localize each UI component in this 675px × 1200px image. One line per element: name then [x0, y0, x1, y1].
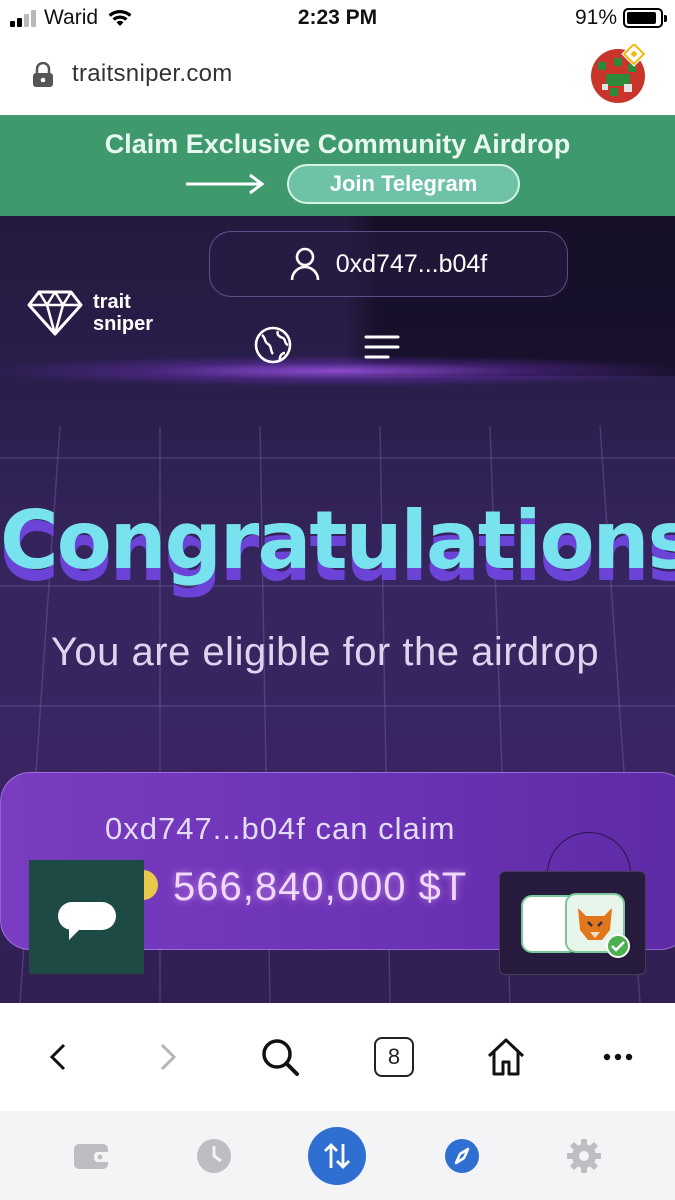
battery-icon — [623, 8, 667, 28]
header-glow — [0, 356, 675, 386]
site-content: 0xd747...b04f trait sniper Congratulatio… — [0, 216, 675, 1003]
nav-wallet[interactable] — [70, 1121, 114, 1191]
app-bottom-nav — [0, 1111, 675, 1200]
status-bar: Warid 2:23 PM 91% — [0, 0, 675, 38]
search-button[interactable] — [252, 1003, 308, 1111]
heading-text: Congratulations — [0, 494, 675, 587]
nav-history[interactable] — [192, 1121, 236, 1191]
home-button[interactable] — [478, 1003, 534, 1111]
status-right: 91% — [574, 6, 667, 30]
diamond-icon — [27, 290, 83, 336]
more-button[interactable] — [590, 1003, 646, 1111]
forward-icon — [160, 1043, 176, 1071]
wallet-address: 0xd747...b04f — [335, 249, 488, 278]
address-bar[interactable]: traitsniper.com — [0, 38, 675, 115]
wallet-popup[interactable] — [499, 871, 646, 975]
claim-amount: 566,840,000 $T — [173, 865, 468, 909]
claim-address-line: 0xd747...b04f can claim — [105, 811, 456, 846]
chat-bubble-icon — [58, 902, 116, 940]
url-text[interactable]: traitsniper.com — [72, 60, 233, 88]
nav-swap[interactable] — [307, 1121, 367, 1191]
browser-toolbar: 8 — [0, 1003, 675, 1111]
metamask-fox-icon — [521, 893, 630, 958]
logo-text-sniper: sniper — [93, 313, 154, 335]
nav-settings[interactable] — [562, 1121, 606, 1191]
account-avatar-icon[interactable] — [588, 44, 648, 104]
swap-icon — [324, 1143, 350, 1169]
chat-widget-button[interactable] — [29, 860, 144, 974]
lock-icon — [33, 62, 53, 87]
user-icon — [290, 247, 320, 281]
status-time: 2:23 PM — [297, 6, 378, 29]
more-icon — [603, 1053, 633, 1061]
globe-icon[interactable] — [254, 326, 292, 364]
eligibility-subtitle: You are eligible for the airdrop — [50, 630, 600, 674]
settings-icon — [567, 1139, 601, 1173]
search-icon — [262, 1039, 299, 1076]
tabs-icon: 8 — [374, 1037, 414, 1077]
history-icon — [197, 1139, 231, 1173]
home-icon — [487, 1038, 525, 1076]
forward-button[interactable] — [140, 1003, 195, 1111]
back-button[interactable] — [30, 1003, 85, 1111]
wallet-icon — [74, 1144, 110, 1169]
traitsniper-logo[interactable]: trait sniper — [27, 290, 153, 336]
arrow-right-icon — [186, 173, 265, 195]
logo-text-trait: trait — [93, 291, 131, 313]
tabs-button[interactable]: 8 — [364, 1003, 424, 1111]
back-icon — [49, 1043, 65, 1071]
banner-title: Claim Exclusive Community Airdrop — [104, 129, 571, 159]
congratulations-heading: Congratulations Congratulations — [0, 494, 675, 604]
browser-icon — [445, 1139, 479, 1173]
join-telegram-button[interactable]: Join Telegram — [287, 164, 520, 204]
menu-icon[interactable] — [364, 334, 400, 360]
nav-browser[interactable] — [440, 1121, 484, 1191]
wallet-address-button[interactable]: 0xd747...b04f — [209, 231, 568, 297]
battery-percent: 91% — [574, 6, 617, 29]
airdrop-banner: Claim Exclusive Community Airdrop Join T… — [0, 115, 675, 216]
